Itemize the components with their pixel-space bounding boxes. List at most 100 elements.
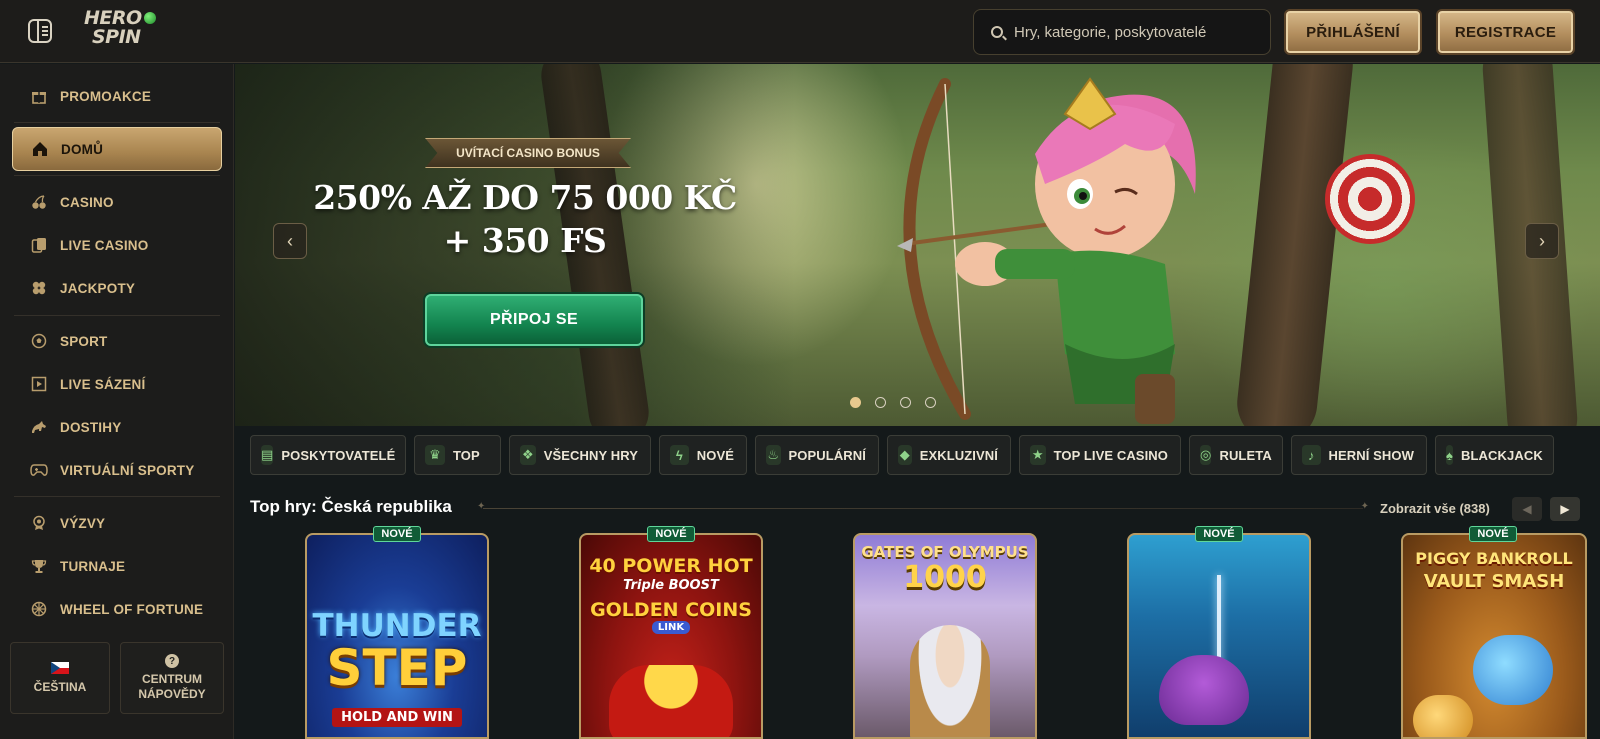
- hero-title-line2: + 350 FS: [443, 221, 607, 260]
- carousel-dot[interactable]: [925, 397, 936, 408]
- sidebar-item-label: PROMOAKCE: [60, 88, 152, 104]
- microphone-icon: ♪: [1302, 445, 1321, 465]
- sidebar-item-label: TURNAJE: [60, 558, 126, 574]
- sidebar-item-turnaje[interactable]: TURNAJE: [12, 546, 222, 586]
- game-card-ocean[interactable]: [1127, 533, 1311, 739]
- carousel-dot[interactable]: [900, 397, 911, 408]
- category-chip-vsechny-hry[interactable]: ❖ VŠECHNY HRY: [509, 435, 651, 475]
- sidebar-item-label: VÝZVY: [60, 515, 106, 531]
- link-tag: LINK: [651, 621, 691, 634]
- sidebar-item-sport[interactable]: SPORT: [12, 321, 222, 361]
- search-box[interactable]: [973, 9, 1271, 55]
- chevron-left-icon: ‹: [287, 230, 293, 251]
- sidebar-item-domu[interactable]: DOMŮ: [12, 127, 222, 171]
- carousel-prev-button[interactable]: ◀: [1512, 497, 1542, 521]
- sidebar-item-jackpoty[interactable]: JACKPOTY: [12, 268, 222, 308]
- game-title-line1: THUNDER: [312, 608, 482, 644]
- sidebar-item-casino[interactable]: CASINO: [12, 182, 222, 222]
- search-icon: [991, 26, 1003, 38]
- sidebar-item-label: DOSTIHY: [60, 419, 122, 435]
- hero-prev-button[interactable]: ‹: [273, 223, 307, 259]
- horse-icon: [30, 418, 48, 436]
- category-chip-top-live-casino[interactable]: ★ TOP LIVE CASINO: [1019, 435, 1181, 475]
- game-title-line2: 1000: [903, 560, 987, 595]
- category-chip-top[interactable]: ♛ TOP: [414, 435, 501, 475]
- game-card-gates-of-olympus-1000[interactable]: GATES OF OLYMPUS 1000: [853, 533, 1037, 739]
- carousel-dots: [850, 397, 936, 408]
- hero-next-button[interactable]: ›: [1525, 223, 1559, 259]
- sidebar-divider: [14, 315, 220, 316]
- home-icon: [31, 140, 49, 158]
- help-label-line1: CENTRUM: [142, 672, 202, 686]
- sidebar-item-live-sazeni[interactable]: LIVE SÁZENÍ: [12, 364, 222, 404]
- category-chip-label: BLACKJACK: [1461, 447, 1543, 463]
- hero-title: 250% AŽ DO 75 000 KČ + 350 FS: [295, 176, 755, 262]
- category-chip-label: TOP LIVE CASINO: [1053, 447, 1168, 463]
- game-card-piggy-bankroll[interactable]: PIGGY BANKROLL VAULT SMASH: [1401, 533, 1587, 739]
- hero-badge: UVÍTACÍ CASINO BONUS: [425, 138, 631, 168]
- game-card-thunder-step[interactable]: THUNDER STEP HOLD AND WIN: [305, 533, 489, 739]
- sidebar-item-wheel-of-fortune[interactable]: WHEEL OF FORTUNE: [12, 589, 222, 629]
- carousel-dot[interactable]: [875, 397, 886, 408]
- game-badge-wrap: NOVÉ: [1127, 526, 1311, 542]
- game-badge-wrap: NOVÉ: [1401, 526, 1585, 542]
- category-chip-ruleta[interactable]: ◎ RULETA: [1189, 435, 1283, 475]
- sidebar-item-label: CASINO: [60, 194, 114, 210]
- fire-icon: ♨: [766, 445, 781, 465]
- new-badge: NOVÉ: [1195, 526, 1243, 542]
- category-chip-label: TOP: [453, 447, 480, 463]
- star-icon: ★: [1030, 445, 1046, 465]
- category-chip-label: POSKYTOVATELÉ: [281, 447, 396, 463]
- show-all-link[interactable]: Zobrazit vše (838): [1380, 501, 1490, 516]
- join-button[interactable]: PŘIPOJ SE: [425, 294, 643, 346]
- sidebar-item-vyzvy[interactable]: VÝZVY: [12, 503, 222, 543]
- category-chip-label: EXKLUZIVNÍ: [919, 447, 998, 463]
- sidebar-toggle-icon[interactable]: [28, 19, 52, 43]
- carousel-dot[interactable]: [850, 397, 861, 408]
- search-input[interactable]: [1014, 10, 1264, 54]
- section-divider: [477, 501, 1369, 512]
- help-center-button[interactable]: ? CENTRUM NÁPOVĚDY: [120, 642, 224, 714]
- live-bet-icon: [30, 375, 48, 393]
- game-title-line2: VAULT SMASH: [1423, 571, 1565, 592]
- game-title-line1: PIGGY BANKROLL: [1415, 549, 1573, 568]
- logo-text-spin: SPIN: [92, 26, 141, 48]
- category-chip-poskytovatele[interactable]: ▤ POSKYTOVATELÉ: [250, 435, 406, 475]
- category-chip-label: NOVÉ: [696, 447, 734, 463]
- logo-text-hero: HERO: [84, 7, 142, 29]
- new-badge: NOVÉ: [1469, 526, 1517, 542]
- category-chip-blackjack[interactable]: ♠ BLACKJACK: [1435, 435, 1554, 475]
- new-badge: NOVÉ: [373, 526, 421, 542]
- all-games-icon: ❖: [520, 445, 536, 465]
- category-chip-popularni[interactable]: ♨ POPULÁRNÍ: [755, 435, 879, 475]
- category-chip-herni-show[interactable]: ♪ HERNÍ SHOW: [1291, 435, 1427, 475]
- hero-title-line1: 250% AŽ DO 75 000 KČ: [313, 178, 737, 217]
- tree-trunk-decoration: [1233, 64, 1357, 426]
- soccer-ball-icon: [30, 332, 48, 350]
- game-subtitle: HOLD AND WIN: [332, 708, 462, 727]
- roulette-icon: ◎: [1200, 445, 1212, 465]
- game-tag: LINK: [581, 621, 761, 634]
- sidebar-item-dostihy[interactable]: DOSTIHY: [12, 407, 222, 447]
- logo[interactable]: HERO SPIN: [84, 7, 156, 53]
- category-chip-exkluzivni[interactable]: ◆ EXKLUZIVNÍ: [887, 435, 1011, 475]
- chevron-left-icon: ◀: [1522, 502, 1532, 516]
- category-chip-nove[interactable]: ϟ NOVÉ: [659, 435, 747, 475]
- carousel-next-button[interactable]: ▶: [1550, 497, 1580, 521]
- sidebar-item-promoakce[interactable]: PROMOAKCE: [12, 76, 222, 116]
- login-button[interactable]: PŘIHLÁŠENÍ: [1284, 9, 1422, 55]
- hero-banner[interactable]: UVÍTACÍ CASINO BONUS 250% AŽ DO 75 000 K…: [235, 64, 1600, 426]
- category-chip-label: HERNÍ SHOW: [1328, 447, 1414, 463]
- crab-illustration: [1159, 655, 1249, 725]
- language-selector[interactable]: ČEŠTINA: [10, 642, 110, 714]
- gamepad-icon: [30, 461, 48, 479]
- sidebar-item-label: LIVE SÁZENÍ: [60, 376, 146, 392]
- register-button[interactable]: REGISTRACE: [1436, 9, 1575, 55]
- sidebar-item-live-casino[interactable]: LIVE CASINO: [12, 225, 222, 265]
- game-badge-wrap: NOVÉ: [305, 526, 489, 542]
- sidebar-item-virtualni-sporty[interactable]: VIRTUÁLNÍ SPORTY: [12, 450, 222, 490]
- language-label: ČEŠTINA: [33, 679, 87, 694]
- sidebar-item-label: SPORT: [60, 333, 108, 349]
- category-chip-label: VŠECHNY HRY: [543, 447, 638, 463]
- game-card-40-power-hot[interactable]: 40 POWER HOT Triple BOOST GOLDEN COINS L…: [579, 533, 763, 739]
